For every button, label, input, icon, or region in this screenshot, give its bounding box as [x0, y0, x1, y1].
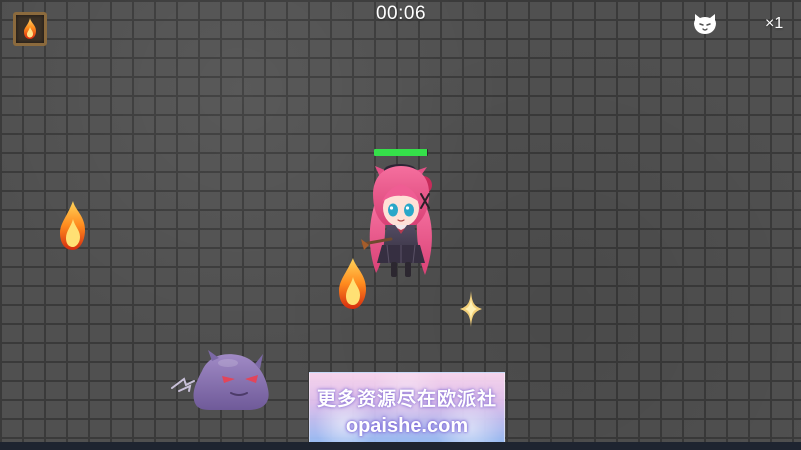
fire-icon [60, 201, 85, 250]
cat-face-icon [694, 14, 716, 34]
player-health-fill [374, 149, 427, 156]
watermark-title: 更多资源尽在欧派社 [316, 388, 497, 410]
watermark-url: opaishe.com [345, 415, 469, 437]
fire-skill-button[interactable] [13, 12, 47, 46]
bottom-bar [0, 442, 801, 450]
fire-icon [339, 258, 366, 309]
player-health-bar [374, 149, 428, 156]
watermark-banner: 更多资源尽在欧派社 opaishe.com [309, 372, 505, 445]
lives-count: ×1 [765, 15, 784, 32]
game-screen: 00:06 ×1 更多资源尽在欧派社 opaishe.com [0, 0, 801, 450]
fire-icon [24, 18, 36, 39]
sparkle-icon [460, 291, 482, 327]
slime-enemy [171, 350, 269, 410]
player-character [361, 164, 432, 277]
game-timer: 00:06 [375, 3, 427, 24]
